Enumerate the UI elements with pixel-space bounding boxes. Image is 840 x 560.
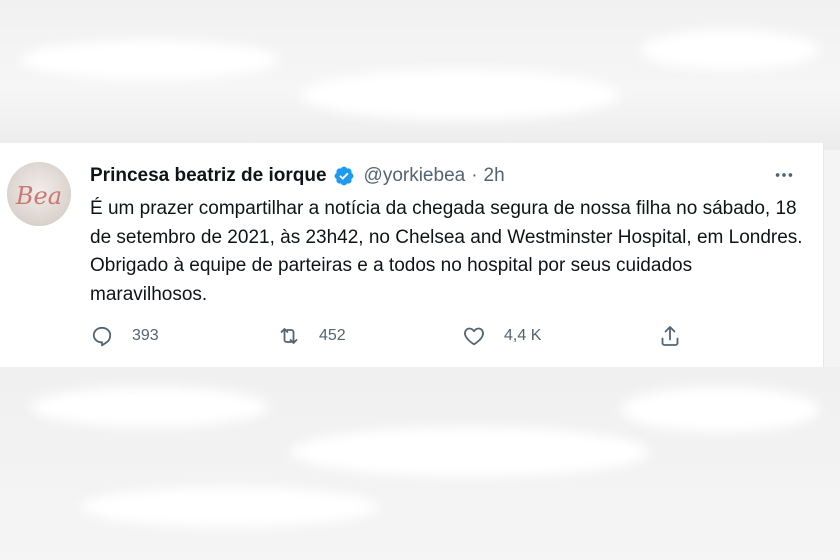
heart-icon xyxy=(464,327,484,346)
tweet-text: É um prazer compartilhar a notícia da ch… xyxy=(90,198,803,305)
tweet-actions: 393 452 4,4 K xyxy=(0,321,823,351)
avatar-image: Bea xyxy=(7,162,71,226)
retweet-count: 452 xyxy=(319,327,346,344)
tweet-card[interactable]: Bea Princesa beatriz de iorque @yorkiebe… xyxy=(0,143,824,367)
retweet-icon xyxy=(280,328,298,344)
verified-badge-icon xyxy=(334,166,353,186)
share-icon xyxy=(661,326,679,346)
reply-icon xyxy=(92,326,112,347)
avatar[interactable]: Bea xyxy=(7,162,71,226)
author-handle[interactable]: @yorkiebea xyxy=(364,165,466,187)
blurred-background-bottom xyxy=(0,367,840,560)
tweet-header: Princesa beatriz de iorque @yorkiebea · … xyxy=(90,164,505,188)
reply-button[interactable]: 393 xyxy=(90,321,159,351)
retweet-button[interactable]: 452 xyxy=(277,321,346,351)
more-options-icon xyxy=(775,173,793,177)
author-name[interactable]: Princesa beatriz de iorque xyxy=(90,165,327,187)
more-options-button[interactable] xyxy=(764,163,804,187)
share-button[interactable] xyxy=(658,321,682,351)
reply-count: 393 xyxy=(132,327,159,344)
like-button[interactable]: 4,4 K xyxy=(462,321,541,351)
separator-dot: · xyxy=(471,165,478,186)
blurred-background-top xyxy=(0,0,840,150)
like-count: 4,4 K xyxy=(504,327,542,344)
tweet-timestamp[interactable]: 2h xyxy=(484,165,505,187)
avatar-monogram: Bea xyxy=(15,182,62,210)
